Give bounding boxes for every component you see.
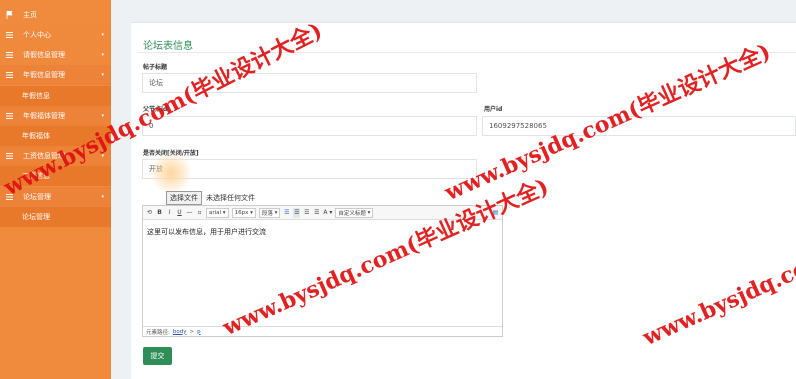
chevron-down-icon: ▾ (101, 32, 104, 38)
align-left-icon[interactable]: ☰ (283, 208, 290, 218)
chevron-down-icon: ▾ (101, 194, 104, 200)
list-icon (5, 32, 13, 38)
horizontal-rule-icon[interactable]: — (186, 208, 193, 218)
italic-icon[interactable]: I (166, 208, 173, 218)
undo-icon[interactable]: ⟲ (146, 208, 153, 218)
sidebar-item-leave[interactable]: 请假信息管理 ▾ (0, 45, 111, 65)
form-title: 论坛表信息 (143, 41, 193, 52)
align-center-icon[interactable]: ☰ (293, 207, 301, 218)
sidebar-item-label: 论坛管理 (22, 213, 50, 221)
underline-icon[interactable]: U (176, 208, 183, 218)
sidebar-item-label: 个人中心 (23, 31, 51, 39)
sidebar-item-label: 年假信息管理 (23, 71, 65, 79)
list-icon (5, 72, 13, 78)
sidebar-item-label: 请假信息管理 (23, 51, 65, 59)
user-id-label: 用户id (484, 106, 503, 113)
chevron-down-icon: ▾ (101, 52, 104, 58)
sidebar-item-label: 年假信息 (22, 92, 50, 100)
font-size-select[interactable]: 16px ▾ (231, 207, 256, 218)
sidebar-item-label: 主页 (23, 11, 37, 19)
list-icon (5, 153, 13, 159)
choose-file-button[interactable]: 选择文件 (166, 191, 202, 205)
sidebar-item-personal[interactable]: 个人中心 ▾ (0, 25, 111, 45)
editor-element-path: 元素路径: body > p (143, 326, 502, 336)
element-path-body-link[interactable]: body (173, 329, 187, 335)
align-right-icon[interactable]: ☰ (303, 208, 310, 218)
element-path-label: 元素路径: (146, 329, 170, 336)
chevron-down-icon: ▾ (101, 72, 104, 78)
sidebar-item-home[interactable]: 主页 (0, 5, 111, 25)
sidebar-subitem-annual-leave-info[interactable]: 年假信息 (0, 86, 111, 106)
file-status-text: 未选择任何文件 (206, 194, 255, 202)
submit-button[interactable]: 提交 (143, 347, 172, 365)
paragraph-select[interactable]: 段落 ▾ (258, 207, 281, 218)
post-title-label: 帖子标题 (143, 64, 168, 71)
font-family-select[interactable]: arial ▾ (206, 207, 229, 218)
open-status-select[interactable]: 开放 (142, 159, 477, 179)
custom-heading-select[interactable]: 自定义标题 ▾ (335, 207, 374, 218)
font-color-icon[interactable]: A ▾ (323, 208, 332, 218)
align-justify-icon[interactable]: ☰ (313, 208, 320, 218)
element-path-p-link[interactable]: p (197, 329, 201, 335)
sidebar-item-label: 论坛管理 (23, 193, 51, 201)
flag-icon (5, 11, 13, 19)
sidebar-subitem-forum-manage[interactable]: 论坛管理 (0, 207, 111, 227)
cursor-highlight (151, 153, 191, 193)
file-upload: 选择文件 未选择任何文件 (166, 191, 255, 205)
sidebar-item-annual-leave[interactable]: 年假信息管理 ▾ (0, 65, 111, 85)
element-path-separator: > (189, 328, 195, 335)
editor-content[interactable]: 这里可以发布信息，用于用户进行交流 (147, 227, 266, 237)
list-icon (5, 52, 13, 58)
bold-icon[interactable]: B (156, 208, 163, 218)
list-icon (5, 113, 13, 119)
table-icon[interactable]: ▫ (196, 208, 203, 218)
sidebar-item-label: 年假福体管理 (23, 112, 65, 120)
parent-id-input[interactable]: 0 (142, 116, 477, 136)
